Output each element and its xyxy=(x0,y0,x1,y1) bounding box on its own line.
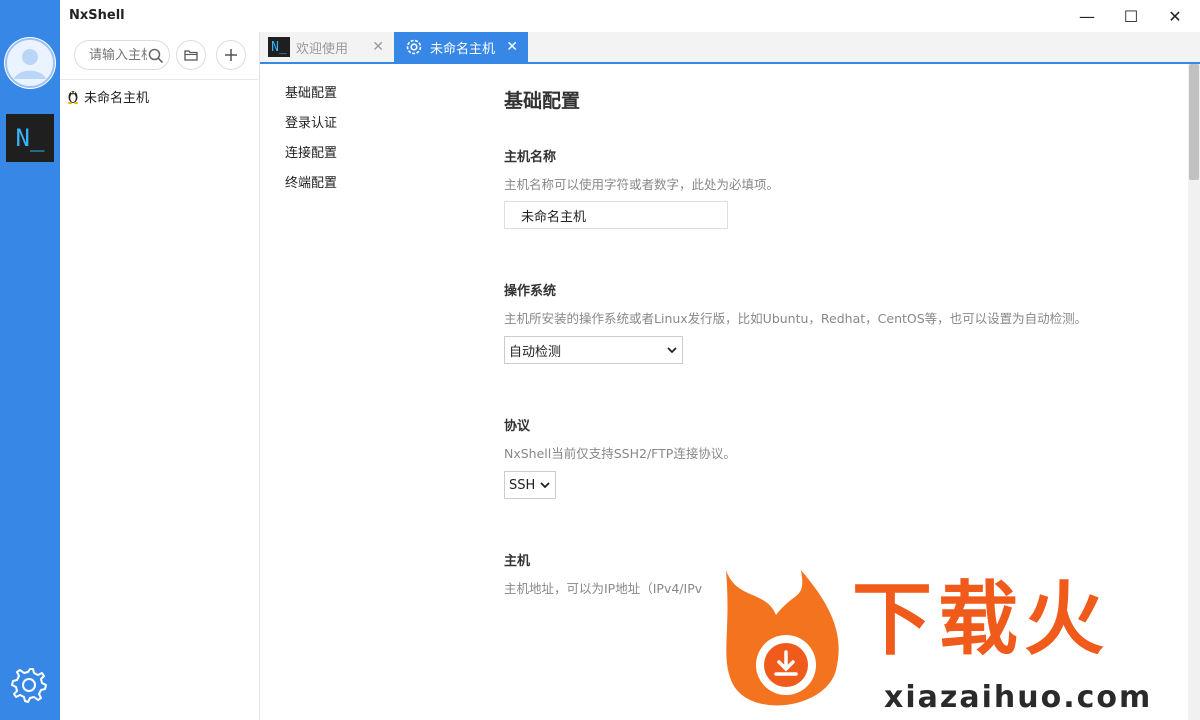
host-name-input[interactable] xyxy=(504,201,728,229)
close-tab-icon[interactable]: ✕ xyxy=(506,39,518,55)
tab-bar: N_ 欢迎使用 ✕ 未命名主机 ✕ xyxy=(260,32,1200,64)
search-input[interactable] xyxy=(89,46,147,64)
os-select[interactable]: 自动检测 xyxy=(504,336,683,364)
protocol-select-value: SSH xyxy=(509,477,536,493)
tab-label: 未命名主机 xyxy=(430,41,496,57)
folder-icon xyxy=(184,50,198,61)
flame-logo-icon xyxy=(726,570,839,706)
host-list-item[interactable]: 未命名主机 xyxy=(66,86,149,106)
minimize-button[interactable]: — xyxy=(1064,0,1110,32)
terminal-nav-button[interactable]: N_ xyxy=(6,114,54,162)
terminal-icon: N_ xyxy=(268,37,290,57)
chevron-down-icon xyxy=(540,482,550,489)
linux-penguin-icon xyxy=(67,91,79,104)
plus-icon xyxy=(225,49,237,61)
title-bar: NxShell — ☐ ✕ xyxy=(0,0,1200,32)
protocol-title: 协议 xyxy=(504,419,531,434)
os-title: 操作系统 xyxy=(504,284,557,299)
scroll-thumb[interactable] xyxy=(1189,64,1199,180)
host-desc: 主机地址，可以为IP地址（IPv4/IPv xyxy=(504,581,703,596)
user-avatar-icon xyxy=(5,38,55,88)
gear-icon xyxy=(11,668,47,703)
watermark-brand: 下载火 xyxy=(852,573,1110,666)
avatar[interactable] xyxy=(4,37,56,89)
open-folder-button[interactable] xyxy=(176,40,206,70)
os-desc: 主机所安装的操作系统或者Linux发行版，比如Ubuntu，Redhat，Cen… xyxy=(504,311,1088,326)
chevron-down-icon xyxy=(667,347,677,354)
config-nav-auth[interactable]: 登录认证 xyxy=(285,116,337,146)
search-icon[interactable] xyxy=(147,47,165,65)
watermark-domain: xiazaihuo.com xyxy=(884,680,1153,715)
host-panel: 未命名主机 xyxy=(60,32,260,720)
close-window-button[interactable]: ✕ xyxy=(1152,0,1198,32)
settings-button[interactable] xyxy=(10,663,50,703)
config-nav-terminal[interactable]: 终端配置 xyxy=(285,176,337,206)
host-label: 未命名主机 xyxy=(84,90,150,106)
config-nav: 基础配置 登录认证 连接配置 终端配置 xyxy=(285,86,337,206)
maximize-button[interactable]: ☐ xyxy=(1108,0,1154,32)
protocol-select[interactable]: SSH xyxy=(504,471,556,499)
config-nav-connection[interactable]: 连接配置 xyxy=(285,146,337,176)
host-title: 主机 xyxy=(504,554,531,569)
app-title: NxShell xyxy=(69,8,125,23)
search-box xyxy=(74,40,170,70)
gear-icon xyxy=(406,39,422,55)
close-tab-icon[interactable]: ✕ xyxy=(372,39,384,55)
left-rail: N_ xyxy=(0,0,60,720)
host-name-desc: 主机名称可以使用字符或者数字，此处为必填项。 xyxy=(504,177,780,192)
host-name-title: 主机名称 xyxy=(504,150,557,165)
tab-label: 欢迎使用 xyxy=(296,41,349,57)
config-nav-basic[interactable]: 基础配置 xyxy=(285,86,337,116)
os-select-value: 自动检测 xyxy=(509,344,562,360)
watermark: 下载火 xiazaihuo.com xyxy=(706,560,1200,720)
page-title: 基础配置 xyxy=(504,90,581,112)
add-host-button[interactable] xyxy=(216,40,246,70)
tab-welcome[interactable]: N_ 欢迎使用 ✕ xyxy=(268,32,392,62)
protocol-desc: NxShell当前仅支持SSH2/FTP连接协议。 xyxy=(504,446,736,461)
tab-host-config[interactable]: 未命名主机 ✕ xyxy=(394,32,528,62)
divider xyxy=(60,79,258,80)
